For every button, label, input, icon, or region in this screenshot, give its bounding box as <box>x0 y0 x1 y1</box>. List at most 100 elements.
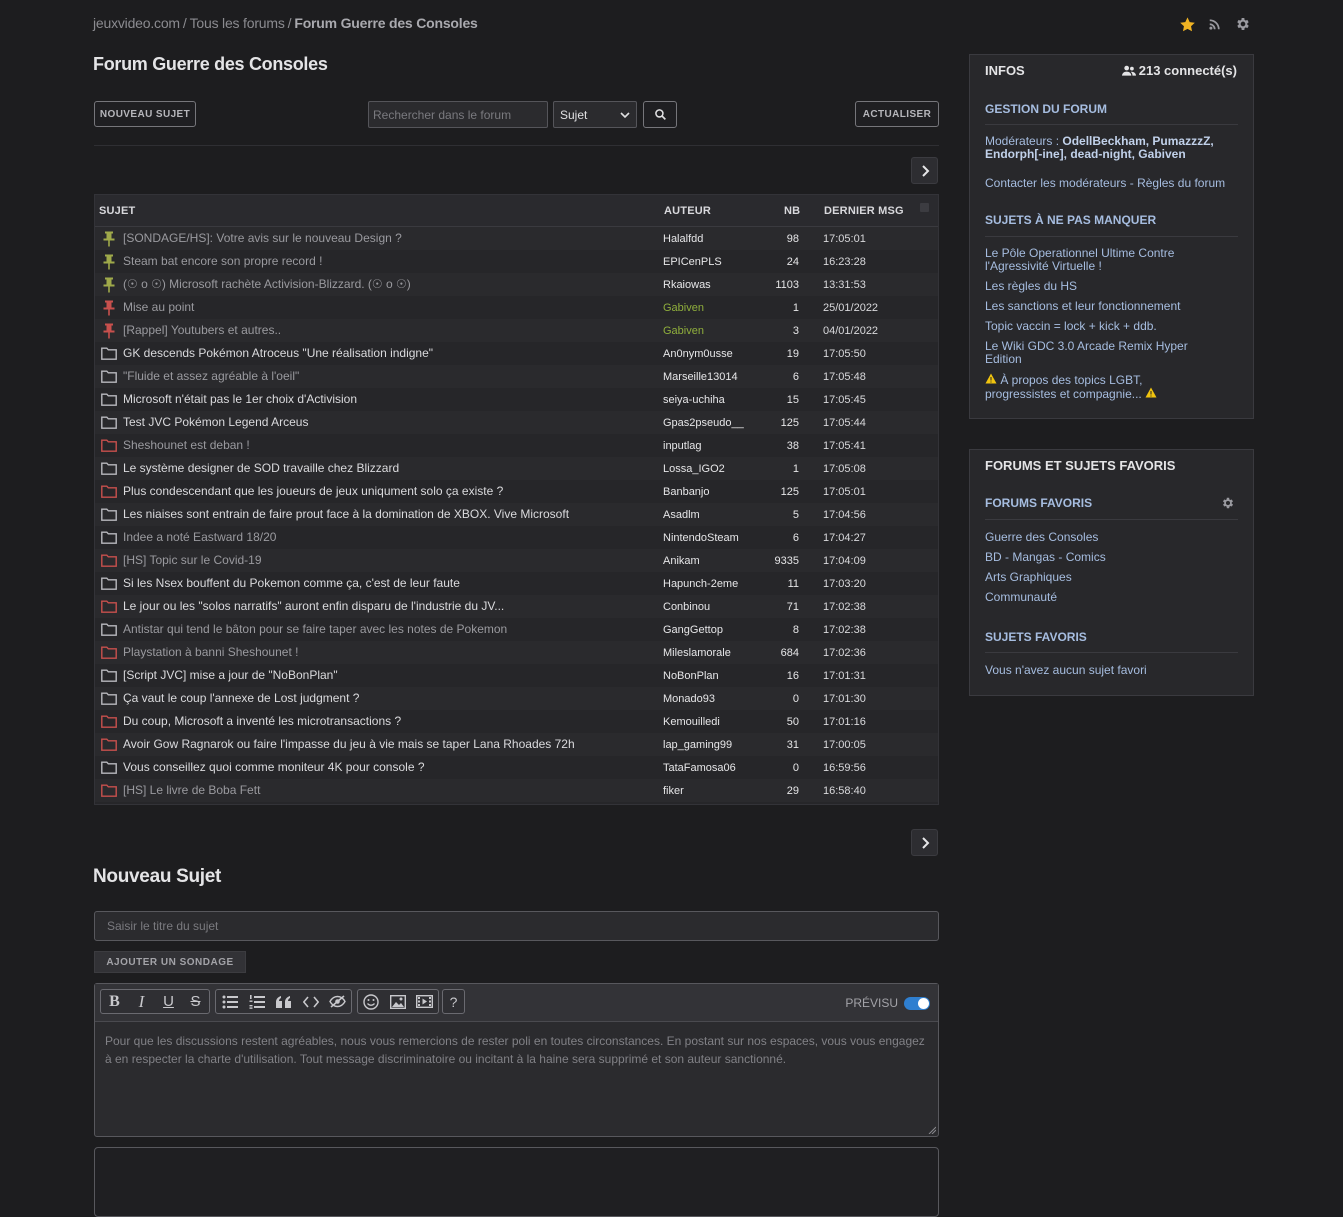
next-page-button[interactable] <box>911 157 938 184</box>
topic-subject-link[interactable]: Plus condescendant que les joueurs de je… <box>123 484 643 498</box>
topic-author[interactable]: Halalfdd <box>663 233 703 245</box>
search-button[interactable] <box>643 101 677 128</box>
topic-subject-link[interactable]: Le système designer de SOD travaille che… <box>123 461 643 475</box>
topic-subject-link[interactable]: "Fluide et assez agréable à l'oeil" <box>123 369 643 383</box>
must-read-link[interactable]: Topic vaccin = lock + kick + ddb. <box>985 320 1235 333</box>
topic-subject-link[interactable]: Les niaises sont entrain de faire prout … <box>123 507 643 521</box>
topic-subject-link[interactable]: (☉ o ☉) Microsoft rachète Activision-Bli… <box>123 277 643 291</box>
table-row[interactable]: Test JVC Pokémon Legend Arceus Gpas2pseud… <box>95 411 938 434</box>
breadcrumb-home[interactable]: jeuxvideo.com <box>93 15 180 31</box>
numbered-list-icon[interactable] <box>243 990 270 1013</box>
topic-last-message[interactable]: 17:04:56 <box>823 509 866 521</box>
topic-author[interactable]: lap_gaming99 <box>663 739 732 751</box>
topic-author[interactable]: Anikam <box>663 555 700 567</box>
topic-last-message[interactable]: 25/01/2022 <box>823 302 878 314</box>
topic-subject-link[interactable]: Test JVC Pokémon Legend Arceus <box>123 415 643 429</box>
topic-last-message[interactable]: 17:02:38 <box>823 601 866 613</box>
table-row[interactable]: Microsoft n'était pas le 1er choix d'Act… <box>95 388 938 411</box>
star-icon[interactable] <box>1178 15 1196 33</box>
table-row[interactable]: [HS] Le livre de Boba Fett fiker 29 16:58:4… <box>95 779 938 802</box>
spoiler-icon[interactable] <box>324 990 351 1013</box>
topic-author[interactable]: NintendoSteam <box>663 532 739 544</box>
topic-author[interactable]: Mileslamorale <box>663 647 731 659</box>
topic-subject-link[interactable]: [HS] Topic sur le Covid-19 <box>123 553 643 567</box>
topic-last-message[interactable]: 17:05:50 <box>823 348 866 360</box>
preview-toggle[interactable] <box>904 996 930 1010</box>
code-icon[interactable] <box>297 990 324 1013</box>
topic-author[interactable]: Gabiven <box>663 302 704 314</box>
must-read-link[interactable]: Le Pôle Operationnel Ultime Contre l'Agr… <box>985 247 1200 273</box>
topic-subject-link[interactable]: Microsoft n'était pas le 1er choix d'Act… <box>123 392 643 406</box>
moderators-names[interactable]: Endorph[-ine], dead-night, Gabiven <box>985 147 1186 161</box>
topic-author[interactable]: Monado93 <box>663 693 715 705</box>
table-row[interactable]: Ça vaut le coup l'annexe de Lost judgmen… <box>95 687 938 710</box>
topic-subject-link[interactable]: [SONDAGE/HS]: Votre avis sur le nouveau … <box>123 231 643 245</box>
gear-icon[interactable] <box>1221 496 1235 510</box>
strikethrough-icon[interactable]: S <box>182 990 209 1013</box>
topic-author[interactable]: TataFamosa06 <box>663 762 736 774</box>
underline-icon[interactable]: U <box>155 990 182 1013</box>
topic-author[interactable]: Kemouilledi <box>663 716 720 728</box>
video-icon[interactable] <box>411 990 438 1013</box>
table-row[interactable]: Playstation à banni Sheshounet ! Mileslam… <box>95 641 938 664</box>
topic-last-message[interactable]: 17:01:31 <box>823 670 866 682</box>
topic-last-message[interactable]: 17:05:01 <box>823 486 866 498</box>
bold-icon[interactable]: B <box>101 990 128 1013</box>
table-row[interactable]: Du coup, Microsoft a inventé les microtr… <box>95 710 938 733</box>
topic-subject-link[interactable]: Steam bat encore son propre record ! <box>123 254 643 268</box>
table-row[interactable]: Les niaises sont entrain de faire prout … <box>95 503 938 526</box>
favorite-forum-link[interactable]: Communauté <box>985 591 1235 604</box>
quote-icon[interactable] <box>270 990 297 1013</box>
image-icon[interactable] <box>385 990 412 1013</box>
topic-subject-link[interactable]: Le jour ou les "solos narratifs" auront … <box>123 599 643 613</box>
topic-subject-link[interactable]: Si les Nsex bouffent du Pokemon comme ça… <box>123 576 643 590</box>
topic-last-message[interactable]: 16:59:56 <box>823 762 866 774</box>
topic-author[interactable]: Gabiven <box>663 325 704 337</box>
forum-rules-link[interactable]: Règles du forum <box>1137 176 1225 190</box>
topic-last-message[interactable]: 17:05:08 <box>823 463 866 475</box>
table-row[interactable]: GK descends Pokémon Atroceus "Une réalis… <box>95 342 938 365</box>
table-row[interactable]: Plus condescendant que les joueurs de je… <box>95 480 938 503</box>
topic-author[interactable]: Gpas2pseudo__ <box>663 417 744 429</box>
table-row[interactable]: Indee a noté Eastward 18/20 NintendoSteam… <box>95 526 938 549</box>
must-read-link[interactable]: Les sanctions et leur fonctionnement <box>985 300 1235 313</box>
topic-last-message[interactable]: 17:05:41 <box>823 440 866 452</box>
topic-subject-link[interactable]: Antistar qui tend le bâton pour se faire… <box>123 622 643 636</box>
bullet-list-icon[interactable] <box>216 990 243 1013</box>
topic-author[interactable]: GangGettop <box>663 624 723 636</box>
topic-subject-link[interactable]: Vous conseillez quoi comme moniteur 4K p… <box>123 760 643 774</box>
must-read-link[interactable]: Le Wiki GDC 3.0 Arcade Remix Hyper Editi… <box>985 340 1205 366</box>
table-row[interactable]: Antistar qui tend le bâton pour se faire… <box>95 618 938 641</box>
topic-last-message[interactable]: 17:05:44 <box>823 417 866 429</box>
refresh-button[interactable]: ACTUALISER <box>855 101 939 127</box>
topic-author[interactable]: fiker <box>663 785 684 797</box>
topic-subject-link[interactable]: [Script JVC] mise a jour de "NoBonPlan" <box>123 668 643 682</box>
topic-last-message[interactable]: 13:31:53 <box>823 279 866 291</box>
topic-author[interactable]: Conbinou <box>663 601 710 613</box>
resize-grip-icon[interactable] <box>928 1126 936 1134</box>
topic-subject-link[interactable]: Sheshounet est deban ! <box>123 438 643 452</box>
topic-author[interactable]: An0nym0usse <box>663 348 733 360</box>
favorite-forum-link[interactable]: Arts Graphiques <box>985 571 1235 584</box>
topic-subject-link[interactable]: Playstation à banni Sheshounet ! <box>123 645 643 659</box>
topic-last-message[interactable]: 17:01:30 <box>823 693 866 705</box>
new-topic-button[interactable]: NOUVEAU SUJET <box>94 101 196 127</box>
topic-last-message[interactable]: 17:01:16 <box>823 716 866 728</box>
moderators-names[interactable]: OdellBeckham, PumazzzZ, <box>1062 134 1213 148</box>
must-read-link[interactable]: Les règles du HS <box>985 280 1235 293</box>
table-row[interactable]: Vous conseillez quoi comme moniteur 4K p… <box>95 756 938 779</box>
topic-author[interactable]: seiya-uchiha <box>663 394 725 406</box>
topic-author[interactable]: Banbanjo <box>663 486 710 498</box>
topic-author[interactable]: Marseille13014 <box>663 371 738 383</box>
table-row[interactable]: (☉ o ☉) Microsoft rachète Activision-Bli… <box>95 273 938 296</box>
table-row[interactable]: Le jour ou les "solos narratifs" auront … <box>95 595 938 618</box>
topic-last-message[interactable]: 17:03:20 <box>823 578 866 590</box>
must-read-link-warning[interactable]: À propos des topics LGBT, progressistes … <box>985 373 1200 401</box>
topic-subject-link[interactable]: Avoir Gow Ragnarok ou faire l'impasse du… <box>123 737 643 751</box>
topic-subject-link[interactable]: [Rappel] Youtubers et autres.. <box>123 323 643 337</box>
next-page-button[interactable] <box>911 829 938 856</box>
topic-subject-link[interactable]: Mise au point <box>123 300 643 314</box>
topic-last-message[interactable]: 17:02:36 <box>823 647 866 659</box>
topic-author[interactable]: EPICenPLS <box>663 256 722 268</box>
table-row[interactable]: Sheshounet est deban ! inputlag 38 17:05:41 <box>95 434 938 457</box>
